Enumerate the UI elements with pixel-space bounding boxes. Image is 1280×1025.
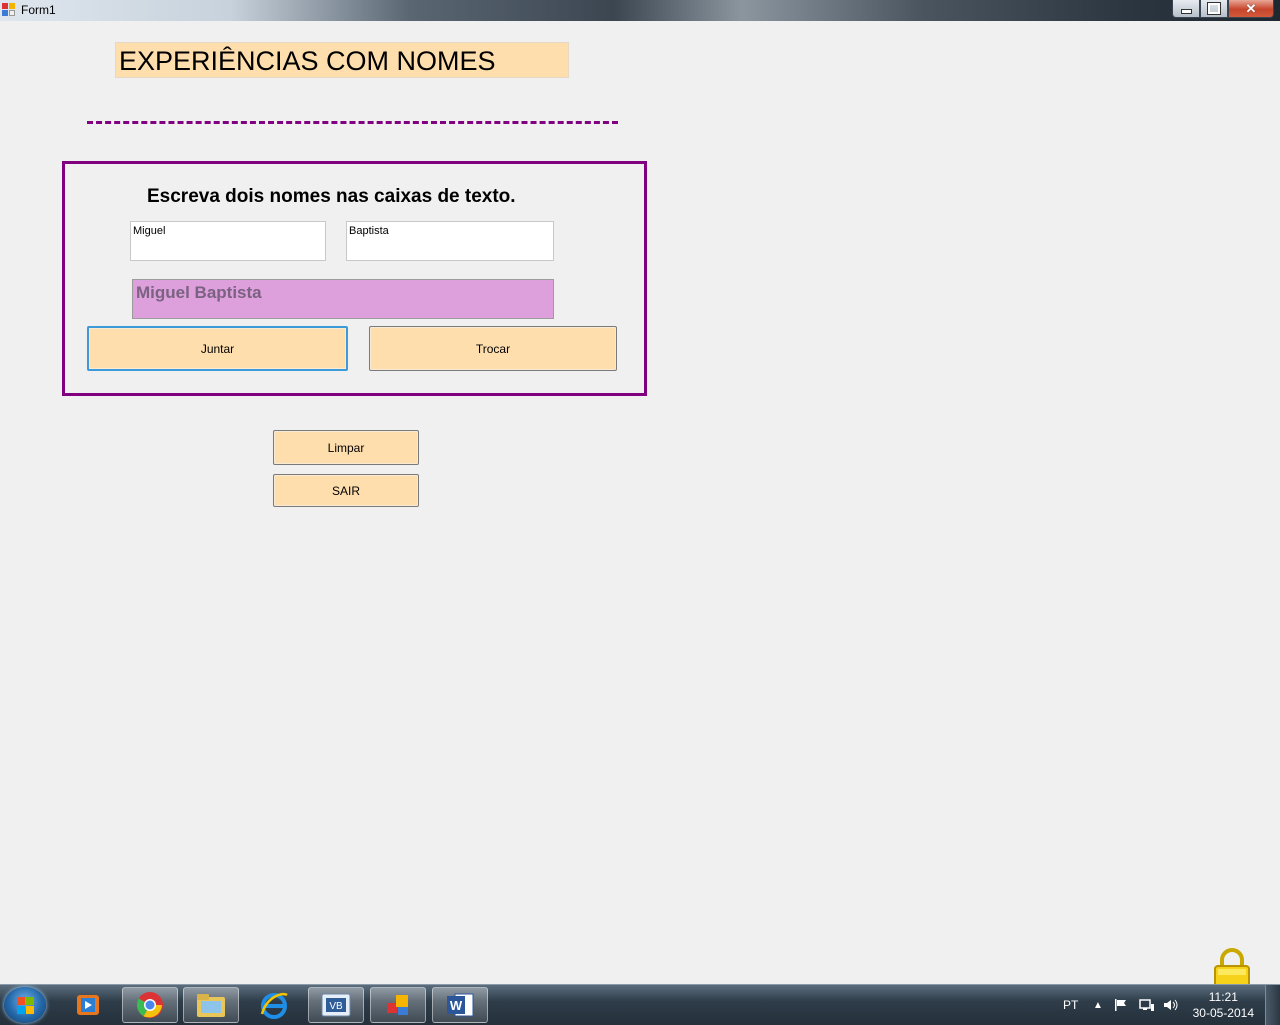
clock-time: 11:21 <box>1208 990 1238 1004</box>
volume-icon[interactable] <box>1163 985 1179 1025</box>
form-app-icon[interactable] <box>370 987 426 1023</box>
windows-explorer-icon[interactable] <box>183 987 239 1023</box>
instructions-label: Escreva dois nomes nas caixas de texto. <box>147 186 516 207</box>
taskbar: VB W PT ▲ 11:21 30-05-2014 <box>0 984 1280 1025</box>
minimize-icon <box>1180 9 1192 14</box>
media-player-icon[interactable] <box>60 987 116 1023</box>
first-name-input[interactable]: Miguel <box>130 221 326 261</box>
dashed-divider <box>87 121 618 124</box>
svg-text:VB: VB <box>329 1001 343 1012</box>
internet-explorer-icon[interactable] <box>246 987 302 1023</box>
action-center-flag-icon[interactable] <box>1114 985 1128 1025</box>
form-app-icon[interactable] <box>2 3 16 17</box>
restore-button[interactable] <box>1200 0 1228 18</box>
language-label: PT <box>1063 998 1079 1012</box>
exit-button[interactable]: SAIR <box>273 474 419 507</box>
show-desktop-button[interactable] <box>1265 985 1280 1025</box>
heading-label: EXPERIÊNCIAS COM NOMES <box>115 42 569 78</box>
clear-button-label: Limpar <box>327 440 365 455</box>
show-hidden-icons-icon[interactable]: ▲ <box>1093 985 1103 1025</box>
clock-date: 30-05-2014 <box>1192 1006 1254 1020</box>
swap-button[interactable]: Trocar <box>369 326 617 371</box>
chrome-icon[interactable] <box>122 987 178 1023</box>
windows-start-icon[interactable] <box>4 987 46 1023</box>
window-title: Form1 <box>21 3 56 17</box>
swap-button-label: Trocar <box>475 341 511 356</box>
exit-button-label: SAIR <box>331 483 360 498</box>
close-icon: ✕ <box>1245 0 1257 16</box>
network-icon[interactable] <box>1139 985 1155 1025</box>
restore-icon <box>1207 2 1221 15</box>
last-name-input[interactable]: Baptista <box>346 221 554 261</box>
result-label: Miguel Baptista <box>132 279 554 319</box>
svg-text:W: W <box>450 998 463 1013</box>
close-button[interactable]: ✕ <box>1228 0 1274 18</box>
visual-basic-icon[interactable]: VB <box>308 987 364 1023</box>
minimize-button[interactable] <box>1172 0 1200 18</box>
language-indicator[interactable]: PT <box>1063 985 1078 1025</box>
clear-button[interactable]: Limpar <box>273 430 419 465</box>
join-button-label: Juntar <box>200 341 235 356</box>
word-icon[interactable]: W <box>432 987 488 1023</box>
join-button[interactable]: Juntar <box>87 326 348 371</box>
system-clock[interactable]: 11:21 30-05-2014 <box>1193 989 1254 1021</box>
window-title-bar[interactable]: Form1 ✕ <box>0 0 1280 21</box>
